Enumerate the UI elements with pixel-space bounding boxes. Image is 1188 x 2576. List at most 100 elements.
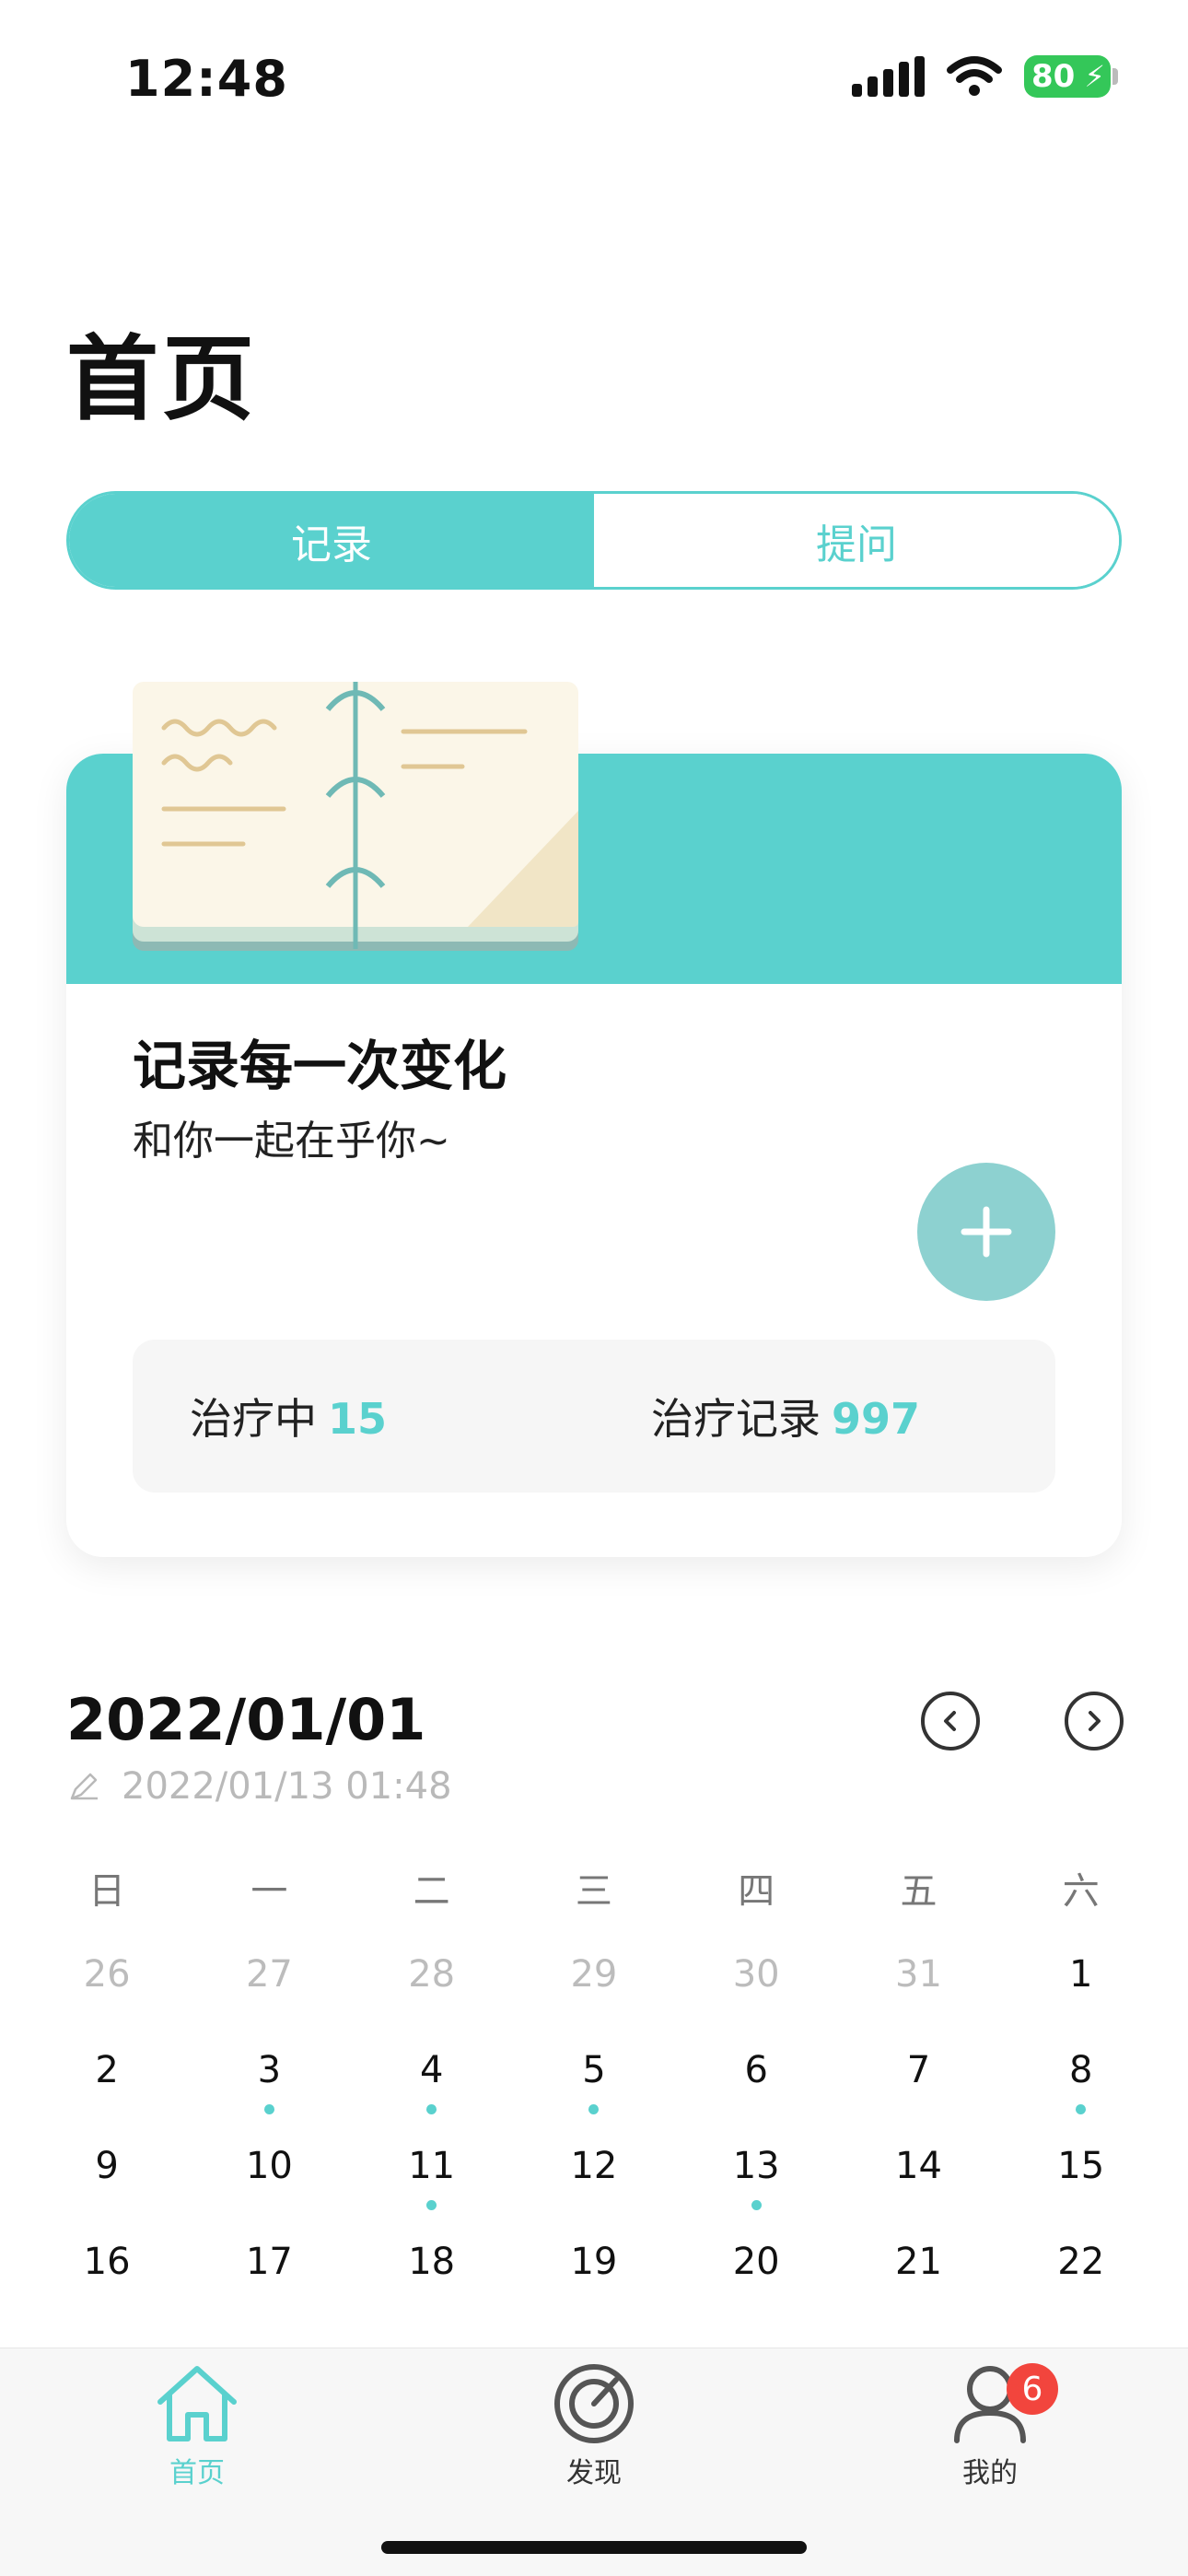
stat-treatment-records[interactable]: 治疗记录 997 <box>594 1386 1055 1446</box>
status-icons: 80 ⚡ <box>852 55 1118 98</box>
record-dot <box>426 2200 437 2210</box>
calendar-day[interactable]: 7 <box>837 2036 999 2132</box>
prev-month-button[interactable] <box>921 1692 980 1751</box>
calendar-day-number: 7 <box>906 2049 931 2091</box>
calendar-day[interactable]: 27 <box>188 1940 350 2036</box>
tab-label: 首页 <box>169 2457 225 2489</box>
calendar-day[interactable]: 16 <box>26 2228 188 2324</box>
calendar-day[interactable]: 22 <box>1000 2228 1162 2324</box>
calendar-day-number: 17 <box>245 2241 293 2283</box>
calendar-day[interactable]: 4 <box>351 2036 513 2132</box>
wifi-icon <box>947 56 1002 96</box>
calendar-day[interactable]: 12 <box>513 2132 675 2228</box>
weekday-header: 日 一 二 三 四 五 六 <box>26 1861 1162 1940</box>
calendar-week: 26 27 28 29 30 31 1 <box>26 1940 1162 2036</box>
calendar-day-number: 13 <box>732 2145 780 2187</box>
weekday-label: 日 <box>88 1870 126 1913</box>
charging-bolt-icon: ⚡ <box>1084 59 1105 94</box>
home-icon <box>157 2366 237 2441</box>
battery-level: 80 <box>1031 58 1076 95</box>
calendar-day-number: 2 <box>95 2049 119 2091</box>
calendar-day-number: 15 <box>1057 2145 1105 2187</box>
calendar-day-number: 8 <box>1069 2049 1093 2091</box>
weekday-label: 一 <box>250 1870 288 1913</box>
calendar-day[interactable]: 5 <box>513 2036 675 2132</box>
weekday-label: 五 <box>900 1870 938 1913</box>
calendar: 日 一 二 三 四 五 六 26 27 28 29 30 31 1 2 3 4 5 6 7 8 9 10 11 1… <box>26 1861 1162 2324</box>
tab-mine[interactable]: 6 我的 <box>898 2361 1082 2490</box>
calendar-day[interactable]: 11 <box>351 2132 513 2228</box>
radar-icon <box>554 2364 634 2443</box>
last-edited-time: 2022/01/13 01:48 <box>122 1765 452 1808</box>
stat-value: 997 <box>832 1394 921 1444</box>
tab-discover[interactable]: 发现 <box>502 2361 686 2490</box>
calendar-week: 2 3 4 5 6 7 8 <box>26 2036 1162 2132</box>
calendar-day-number: 16 <box>83 2241 131 2283</box>
calendar-day[interactable]: 30 <box>675 1940 837 2036</box>
calendar-day-number: 18 <box>408 2241 456 2283</box>
calendar-day[interactable]: 14 <box>837 2132 999 2228</box>
stat-in-treatment[interactable]: 治疗中 15 <box>133 1386 594 1446</box>
selected-date: 2022/01/01 <box>66 1686 426 1753</box>
calendar-day-number: 20 <box>732 2241 780 2283</box>
calendar-day-number: 9 <box>95 2145 119 2187</box>
calendar-week: 16 17 18 19 20 21 22 <box>26 2228 1162 2324</box>
record-dot <box>751 2200 762 2210</box>
calendar-grid: 26 27 28 29 30 31 1 2 3 4 5 6 7 8 9 10 11 12 13 14 15 16 17 18 1… <box>26 1940 1162 2324</box>
calendar-day-number: 30 <box>732 1953 780 1996</box>
calendar-day[interactable]: 3 <box>188 2036 350 2132</box>
calendar-day[interactable]: 18 <box>351 2228 513 2324</box>
page-title: 首页 <box>66 325 258 433</box>
add-record-button[interactable] <box>917 1163 1055 1301</box>
calendar-day-number: 14 <box>895 2145 942 2187</box>
stat-label: 治疗记录 <box>651 1394 821 1444</box>
calendar-day[interactable]: 20 <box>675 2228 837 2324</box>
last-edited: 2022/01/13 01:48 <box>66 1765 452 1808</box>
calendar-day-number: 12 <box>570 2145 618 2187</box>
calendar-day-number: 21 <box>895 2241 942 2283</box>
stats-panel: 治疗中 15 治疗记录 997 <box>133 1340 1055 1493</box>
notebook-illustration <box>133 682 578 951</box>
calendar-day[interactable]: 17 <box>188 2228 350 2324</box>
calendar-week: 9 10 11 12 13 14 15 <box>26 2132 1162 2228</box>
calendar-day[interactable]: 1 <box>1000 1940 1162 2036</box>
status-time: 12:48 <box>125 50 288 108</box>
chevron-left-icon <box>944 1711 956 1731</box>
tab-label: 我的 <box>962 2457 1018 2489</box>
calendar-day[interactable]: 21 <box>837 2228 999 2324</box>
record-dot <box>426 2104 437 2114</box>
tab-label: 发现 <box>566 2457 622 2489</box>
calendar-day-number: 5 <box>582 2049 606 2091</box>
stat-value: 15 <box>328 1394 388 1444</box>
record-dot <box>588 2104 600 2114</box>
calendar-day[interactable]: 8 <box>1000 2036 1162 2132</box>
segment-control: 记录 提问 <box>66 491 1122 590</box>
calendar-day[interactable]: 26 <box>26 1940 188 2036</box>
chevron-right-icon <box>1089 1711 1101 1731</box>
cellular-signal-icon <box>852 56 925 97</box>
calendar-day[interactable]: 9 <box>26 2132 188 2228</box>
weekday-label: 三 <box>575 1870 612 1913</box>
calendar-day[interactable]: 6 <box>675 2036 837 2132</box>
calendar-day[interactable]: 15 <box>1000 2132 1162 2228</box>
card-title: 记录每一次变化 <box>133 1035 507 1097</box>
calendar-day[interactable]: 29 <box>513 1940 675 2036</box>
record-dot <box>263 2104 274 2114</box>
next-month-button[interactable] <box>1065 1692 1124 1751</box>
calendar-day[interactable]: 10 <box>188 2132 350 2228</box>
calendar-day[interactable]: 19 <box>513 2228 675 2324</box>
plus-icon <box>961 1206 1012 1258</box>
tab-home[interactable]: 首页 <box>105 2361 289 2490</box>
record-dot <box>1076 2104 1087 2114</box>
calendar-day-number: 26 <box>83 1953 131 1996</box>
calendar-day-number: 6 <box>744 2049 768 2091</box>
segment-question[interactable]: 提问 <box>594 494 1119 587</box>
calendar-day-number: 1 <box>1069 1953 1093 1996</box>
calendar-day[interactable]: 31 <box>837 1940 999 2036</box>
calendar-day[interactable]: 28 <box>351 1940 513 2036</box>
stat-label: 治疗中 <box>190 1394 317 1444</box>
calendar-day[interactable]: 13 <box>675 2132 837 2228</box>
calendar-day[interactable]: 2 <box>26 2036 188 2132</box>
calendar-day-number: 22 <box>1057 2241 1105 2283</box>
segment-record[interactable]: 记录 <box>69 494 594 587</box>
